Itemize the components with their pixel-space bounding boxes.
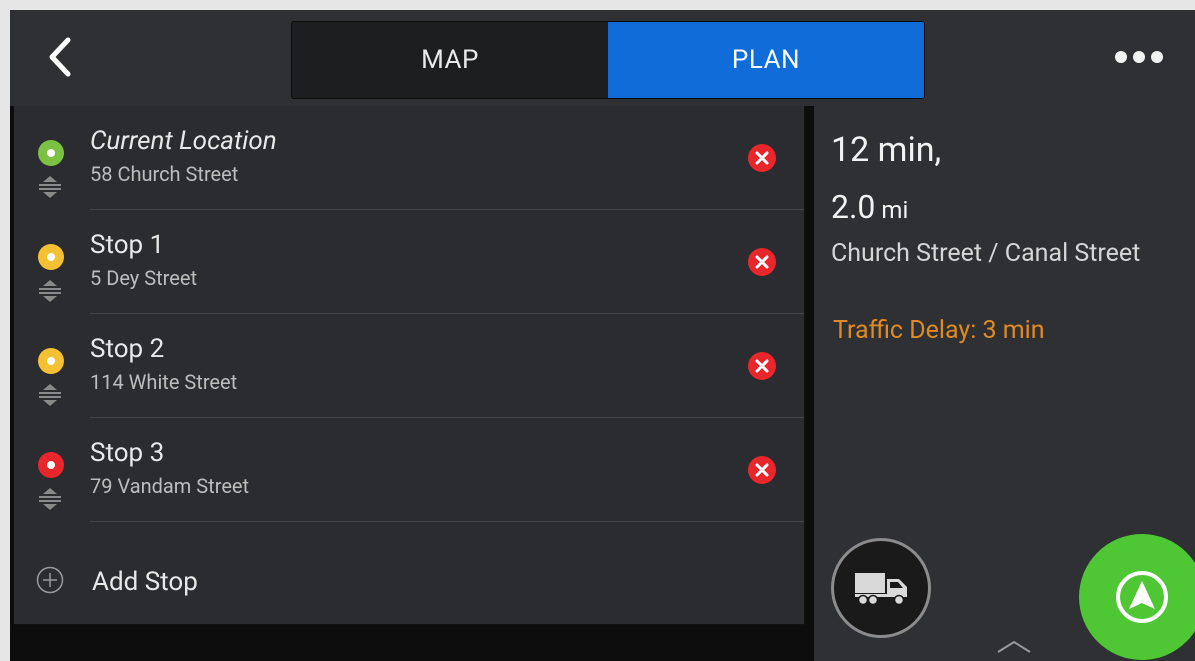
top-bar: MAP PLAN — [10, 10, 1195, 106]
stop-title: Current Location — [90, 126, 277, 156]
remove-stop-button[interactable] — [748, 144, 776, 172]
stop-list: Current Location 58 Church Street Stop 1… — [14, 106, 805, 625]
chevron-up-icon[interactable] — [995, 636, 1033, 656]
stop-title: Stop 3 — [90, 438, 165, 468]
stop-row-1[interactable]: Stop 1 5 Dey Street — [14, 210, 804, 314]
stop-address: 79 Vandam Street — [90, 474, 250, 498]
remove-stop-button[interactable] — [748, 248, 776, 276]
stop-row-2[interactable]: Stop 2 114 White Street — [14, 314, 804, 418]
route-summary: 12 min, 2.0 mi Church Street / Canal Stre… — [814, 106, 1195, 661]
more-options-button[interactable] — [1115, 48, 1175, 68]
stop-row-3[interactable]: Stop 3 79 Vandam Street — [14, 418, 804, 522]
tab-plan[interactable]: PLAN — [608, 22, 924, 98]
tab-map[interactable]: MAP — [292, 22, 608, 98]
stop-address: 5 Dey Street — [90, 266, 197, 290]
drag-handle-icon[interactable] — [37, 488, 63, 510]
stop-address: 114 White Street — [90, 370, 238, 394]
close-circle-icon — [755, 151, 769, 165]
app-screen: MAP PLAN Current Location 58 Church Stre… — [10, 10, 1195, 661]
remove-stop-button[interactable] — [748, 352, 776, 380]
drag-handle-icon[interactable] — [37, 384, 63, 406]
view-tabs: MAP PLAN — [291, 21, 925, 99]
add-stop-label: Add Stop — [92, 567, 198, 597]
traffic-delay: Traffic Delay: 3 min — [833, 316, 1045, 345]
remove-stop-button[interactable] — [748, 456, 776, 484]
trip-distance: 2.0 mi — [831, 188, 908, 226]
navigation-arrow-icon — [1116, 571, 1168, 623]
location-pin-icon — [38, 140, 64, 166]
stop-title: Stop 1 — [90, 230, 165, 260]
location-pin-icon — [38, 452, 64, 478]
drag-handle-icon[interactable] — [37, 176, 63, 198]
close-circle-icon — [755, 359, 769, 373]
stop-address: 58 Church Street — [90, 162, 239, 186]
distance-unit: mi — [881, 196, 909, 224]
location-pin-icon — [38, 244, 64, 270]
back-button[interactable] — [32, 28, 90, 86]
vehicle-profile-button[interactable] — [831, 538, 931, 638]
start-navigation-button[interactable] — [1079, 534, 1195, 660]
more-horizontal-icon — [1115, 51, 1127, 63]
close-circle-icon — [755, 463, 769, 477]
stop-row-current-location[interactable]: Current Location 58 Church Street — [14, 106, 804, 210]
trip-time: 12 min, — [831, 130, 942, 170]
add-stop-button[interactable]: Add Stop — [14, 522, 804, 626]
chevron-left-icon — [49, 37, 71, 77]
stop-title: Stop 2 — [90, 334, 165, 364]
drag-handle-icon[interactable] — [37, 280, 63, 302]
distance-value: 2.0 — [831, 188, 876, 226]
location-pin-icon — [38, 348, 64, 374]
plus-circle-icon — [36, 566, 64, 594]
truck-icon — [855, 573, 907, 606]
route-via: Church Street / Canal Street — [831, 239, 1141, 268]
close-circle-icon — [755, 255, 769, 269]
